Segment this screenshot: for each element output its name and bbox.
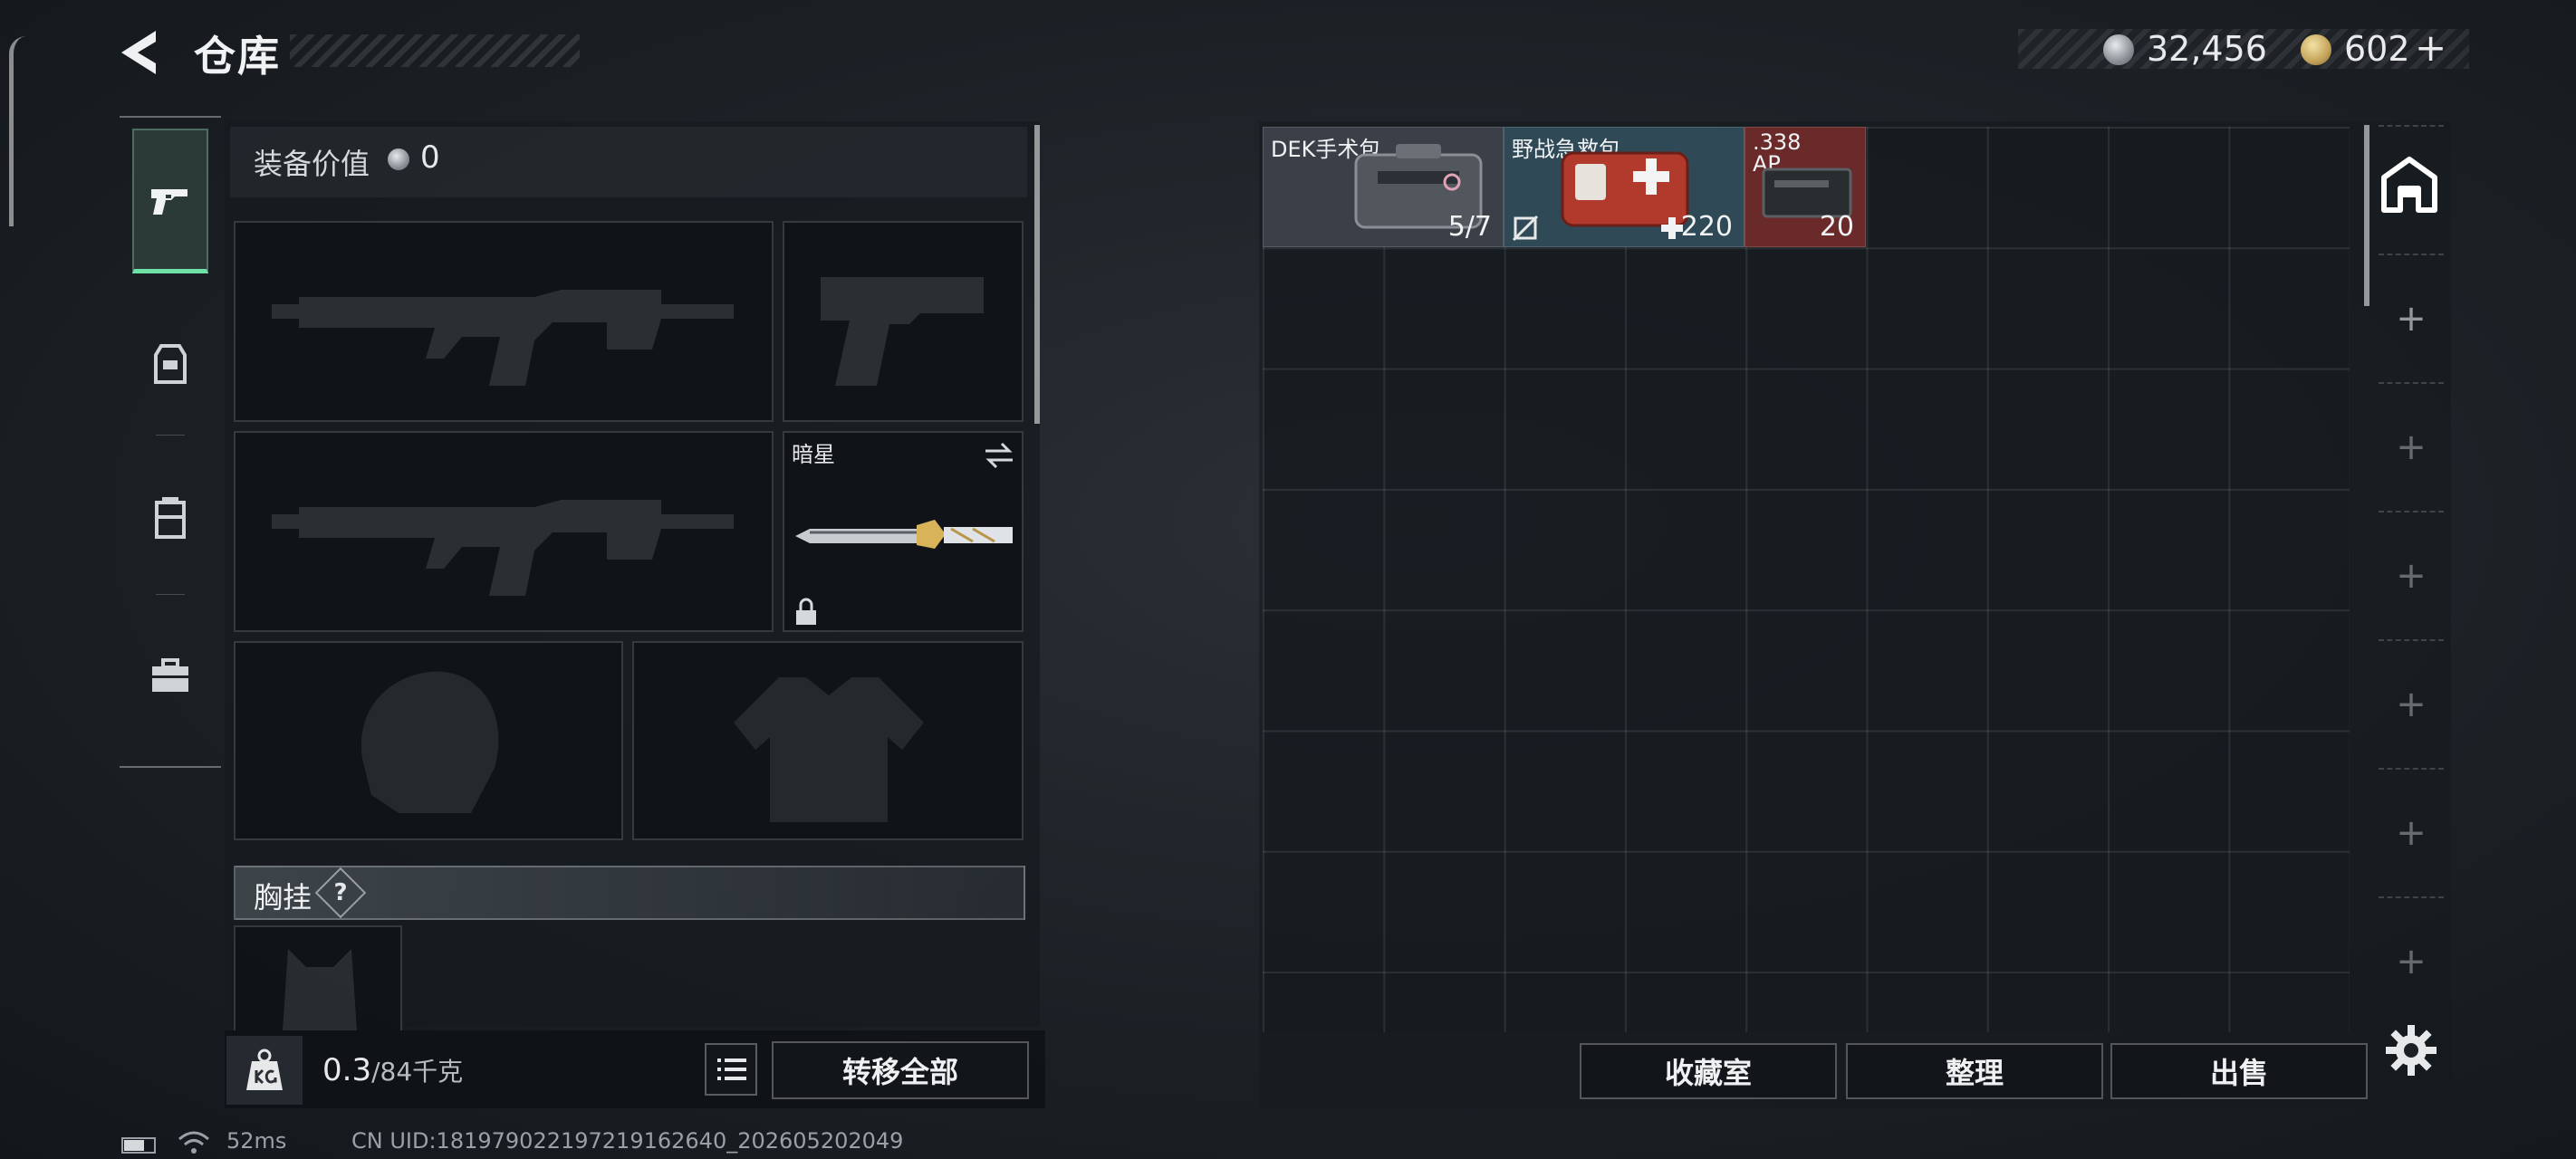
- chest-rig-label: 胸挂: [254, 880, 312, 915]
- chest-rig-help-button[interactable]: ?: [322, 875, 359, 911]
- silver-balance: 32,456: [2147, 29, 2267, 69]
- chest-rig-icon: [155, 497, 186, 539]
- knife-icon: [795, 520, 1013, 549]
- category-sidebar: [120, 116, 221, 768]
- melee-slot[interactable]: 暗星: [783, 431, 1024, 632]
- list-view-button[interactable]: [705, 1043, 757, 1096]
- armor-silhouette-icon: [734, 677, 924, 822]
- tab-case[interactable]: [132, 603, 208, 748]
- storage-home-tab-icon[interactable]: [2379, 154, 2440, 216]
- storage-grid[interactable]: DEK手术包 5/7 野战急救包 220 .338 AP 20: [1263, 127, 2350, 1032]
- tab-firearm[interactable]: [132, 129, 208, 273]
- locked-storage-tab[interactable]: +: [2391, 685, 2431, 724]
- storage-item-338-ap-ammo[interactable]: .338 AP 20: [1745, 127, 1866, 247]
- transfer-all-button[interactable]: 转移全部: [772, 1041, 1029, 1099]
- locked-storage-tab[interactable]: +: [2391, 427, 2431, 467]
- storage-item-surgical-kit[interactable]: DEK手术包 5/7: [1263, 127, 1504, 247]
- silver-coin-icon: [2103, 34, 2134, 65]
- gold-coin-icon: [2301, 34, 2331, 65]
- item-count: 220: [1680, 211, 1733, 243]
- weight-unit: 千克: [412, 1057, 464, 1087]
- locked-storage-tab[interactable]: +: [2391, 942, 2431, 982]
- weight-box: [226, 1036, 303, 1105]
- sidearm-slot[interactable]: [783, 221, 1024, 422]
- pistol-silhouette-icon: [821, 277, 984, 386]
- item-count: 20: [1819, 211, 1854, 243]
- settings-gear-icon[interactable]: [2384, 1023, 2438, 1078]
- locked-storage-tab[interactable]: +: [2391, 556, 2431, 596]
- item-count: 5/7: [1447, 211, 1492, 243]
- rifle-silhouette-icon: [272, 500, 734, 596]
- chest-rig-slot[interactable]: [234, 925, 402, 1030]
- organize-button[interactable]: 整理: [1846, 1043, 2103, 1099]
- screen-edge-decoration: [9, 36, 26, 226]
- weight-capacity: /84: [371, 1057, 413, 1087]
- no-trade-icon: [1512, 215, 1539, 242]
- collection-room-button[interactable]: 收藏室: [1580, 1043, 1837, 1099]
- storage-item-field-first-aid-kit[interactable]: 野战急救包 220: [1504, 127, 1745, 247]
- equipment-value-label: 装备价值: [254, 147, 370, 181]
- list-icon: [717, 1058, 746, 1080]
- add-storage-tab-button[interactable]: +: [2391, 299, 2431, 339]
- armor-vest-icon: [154, 344, 187, 384]
- helmet-silhouette-icon: [360, 671, 499, 813]
- gold-balance: 602: [2344, 29, 2410, 69]
- back-arrow-icon[interactable]: [116, 27, 170, 78]
- chest-rig-silhouette-icon: [283, 949, 357, 1030]
- melee-name: 暗星: [792, 442, 835, 467]
- equipment-value: 0: [420, 139, 440, 176]
- title-stripe-decoration: [290, 34, 580, 67]
- weight-kg-icon: [246, 1049, 283, 1090]
- primary-weapon-slot[interactable]: [234, 221, 774, 422]
- battery-level: [124, 1140, 144, 1151]
- weight-readout: 0.3/84千克: [322, 1052, 463, 1088]
- sell-button[interactable]: 出售: [2110, 1043, 2368, 1099]
- wifi-icon: [178, 1131, 209, 1154]
- helmet-slot[interactable]: [234, 641, 623, 840]
- locked-storage-tab[interactable]: +: [2391, 813, 2431, 853]
- silver-coin-icon: [388, 148, 409, 170]
- rifle-silhouette-icon: [272, 290, 734, 386]
- weight-current: 0.3: [322, 1052, 372, 1088]
- secondary-weapon-slot[interactable]: [234, 431, 774, 632]
- ping-indicator: 52ms: [226, 1128, 287, 1154]
- storage-scrollbar[interactable]: [2364, 125, 2369, 306]
- lock-icon: [796, 598, 816, 625]
- briefcase-icon: [152, 658, 188, 692]
- equipment-scrollbar[interactable]: [1034, 125, 1040, 424]
- swap-icon[interactable]: [982, 440, 1016, 471]
- tab-armor[interactable]: [132, 292, 208, 436]
- body-armor-slot[interactable]: [632, 641, 1024, 840]
- tab-chest-rig[interactable]: [132, 445, 208, 590]
- add-gold-button[interactable]: +: [2415, 25, 2446, 70]
- page-title: 仓库: [194, 32, 281, 81]
- pistol-icon: [151, 188, 187, 215]
- user-uid: CN UID:18197902219721916264​0_2026052020…: [351, 1128, 904, 1154]
